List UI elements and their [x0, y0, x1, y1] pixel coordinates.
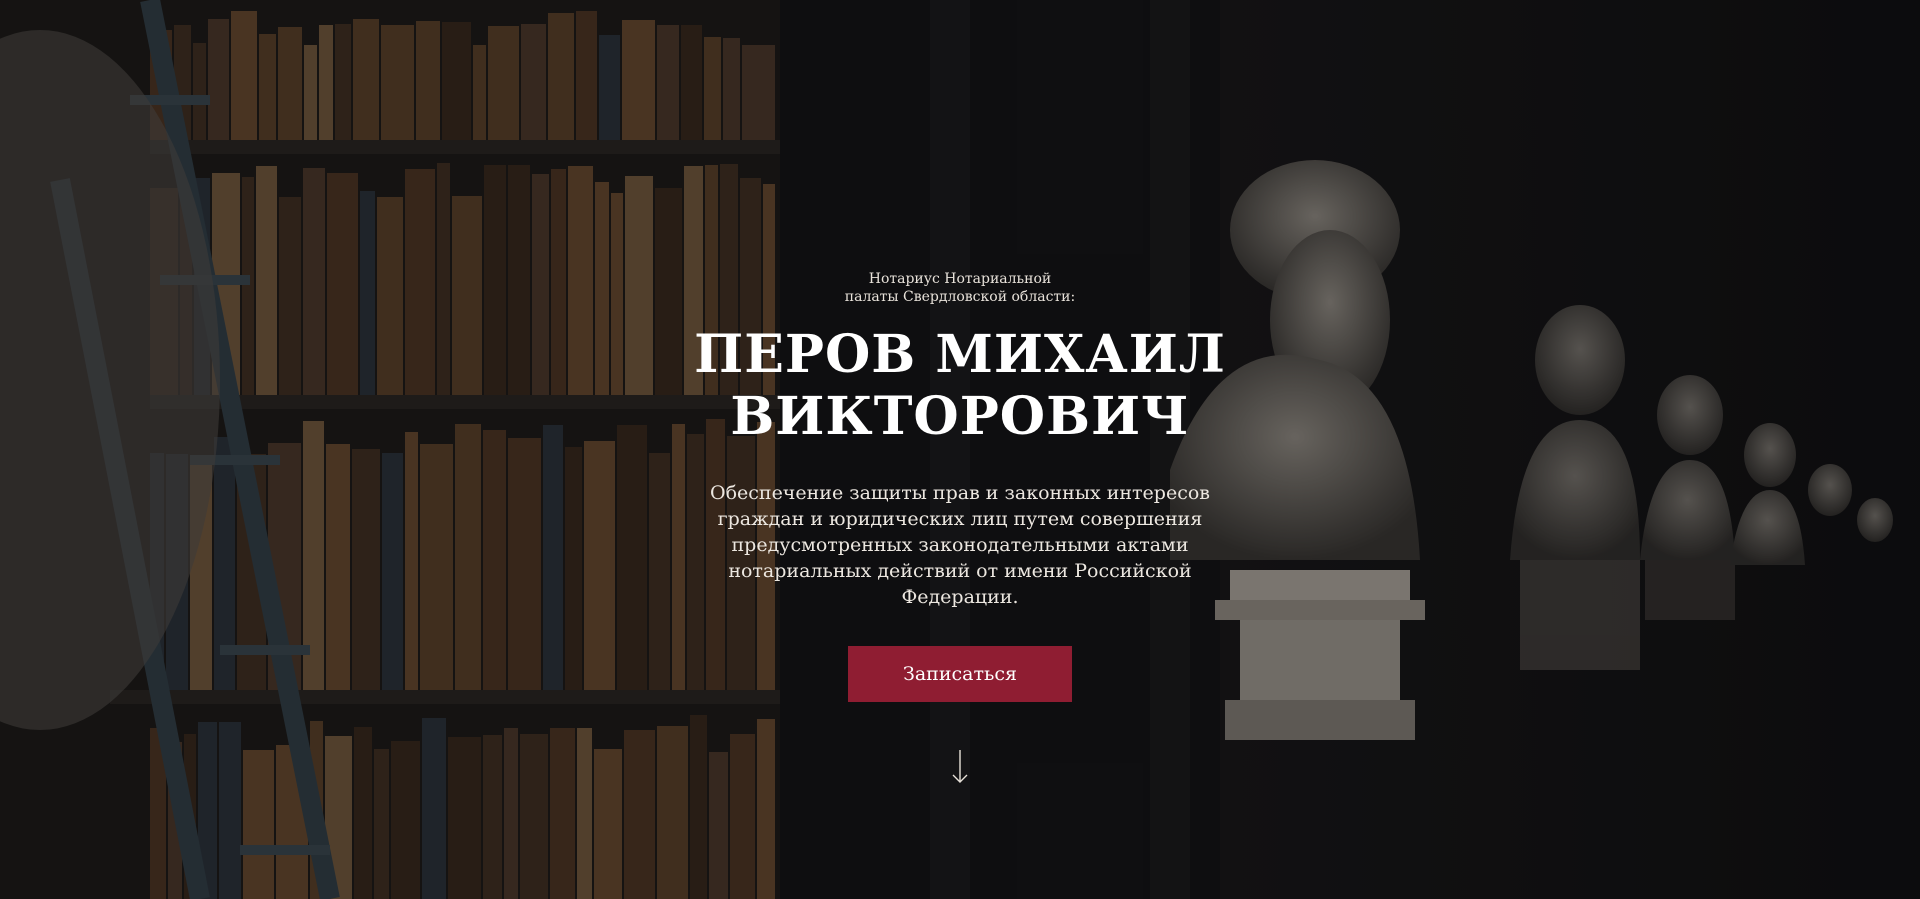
hero-section: Нотариус Нотариальной палаты Свердловско…: [0, 0, 1920, 899]
hero-description: Обеспечение защиты прав и законных интер…: [710, 482, 1210, 608]
hero-eyebrow: Нотариус Нотариальной палаты Свердловско…: [844, 271, 1076, 305]
hero-title-line-1: ПЕРОВ МИХАИЛ: [694, 324, 1226, 385]
hero-content: Нотариус Нотариальной палаты Свердловско…: [660, 270, 1260, 784]
arrow-down-icon[interactable]: [952, 750, 968, 784]
hero-title-line-2: ВИКТОРОВИЧ: [730, 386, 1190, 447]
signup-button[interactable]: Записаться: [848, 646, 1072, 702]
hero-title: ПЕРОВ МИХАИЛ ВИКТОРОВИЧ: [660, 324, 1260, 448]
